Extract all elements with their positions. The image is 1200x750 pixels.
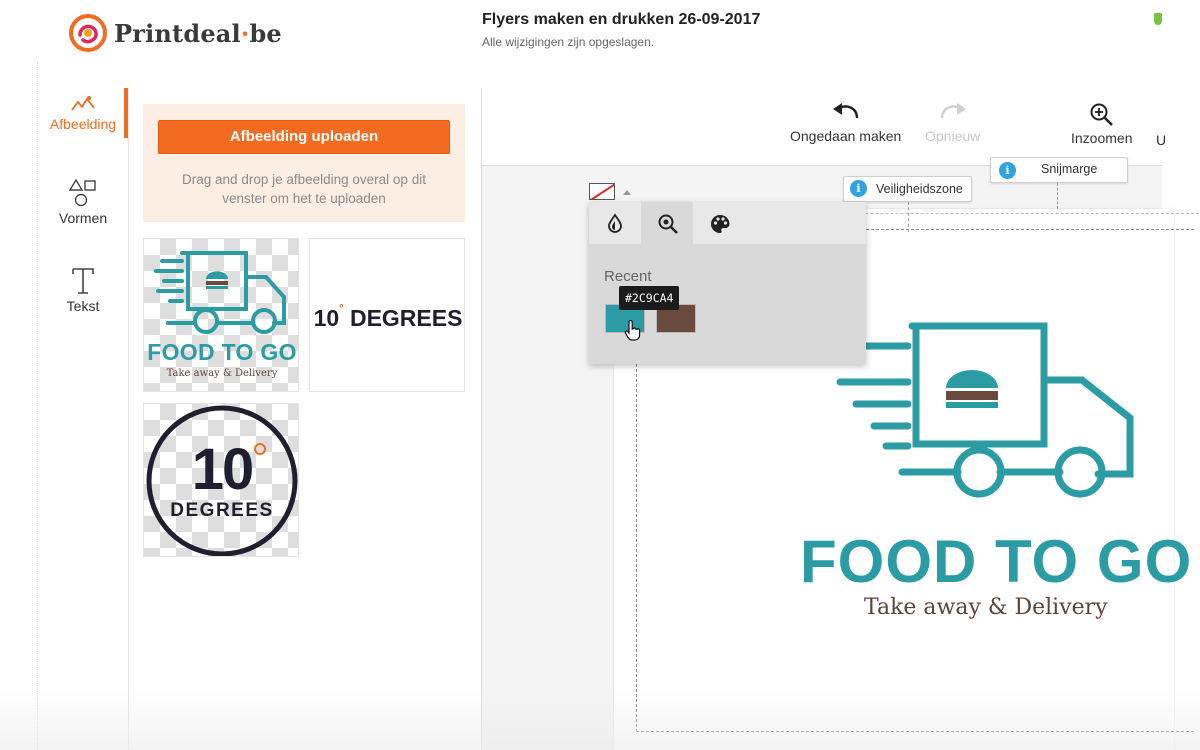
sidebar-item-label: Afbeelding xyxy=(49,116,117,132)
thumbnail-subtitle: Take away & Delivery xyxy=(166,368,278,379)
info-icon: i xyxy=(850,180,867,197)
no-fill-color-button[interactable] xyxy=(589,183,615,200)
sidebar-item-label: Tekst xyxy=(66,298,100,314)
canvas-logo-subtitle[interactable]: Take away & Delivery xyxy=(864,595,1108,620)
redo-label: Opnieuw xyxy=(925,128,981,144)
badge-number: 10 xyxy=(191,437,255,502)
sidebar-item-label: Vormen xyxy=(58,210,108,226)
image-thumbnail-degrees-badge[interactable]: 10 DEGREES xyxy=(143,403,299,557)
canvas-logo-title[interactable]: FOOD TO GO xyxy=(800,527,1192,596)
tab-palette[interactable] xyxy=(693,202,745,244)
badge-word: DEGREES xyxy=(170,500,274,521)
redo-icon xyxy=(940,103,966,119)
document-title[interactable]: Flyers maken en drukken 26-09-2017 xyxy=(482,11,760,29)
safe-zone-tag[interactable]: i Veiligheidszone xyxy=(843,176,972,202)
active-indicator xyxy=(124,88,128,138)
brand-name: Printdeal·be xyxy=(114,18,282,48)
shapes-icon xyxy=(68,178,96,207)
redo-button[interactable]: Opnieuw xyxy=(925,102,980,144)
undo-icon xyxy=(832,103,858,119)
color-hex-tooltip: #2C9CA4 xyxy=(619,286,680,310)
bleed-label: Snijmarge xyxy=(1041,162,1098,176)
tab-fill-color[interactable] xyxy=(589,202,641,244)
color-picker-tabs xyxy=(589,202,866,244)
zoom-in-icon xyxy=(1090,103,1113,126)
bleed-tag[interactable]: i Snijmarge xyxy=(990,157,1129,183)
sidebar-item-vormen[interactable]: Vormen xyxy=(37,178,129,226)
thumbnail-title: FOOD TO GO xyxy=(147,339,297,365)
upload-hint: Drag and drop je afbeelding overal op di… xyxy=(182,172,426,206)
zoom-in-button[interactable]: Inzoomen xyxy=(1071,102,1132,146)
image-thumbnail-degrees-wordmark[interactable]: 10° DEGREES xyxy=(309,238,465,392)
pointer-hand-icon xyxy=(624,320,641,341)
palette-icon xyxy=(711,215,730,233)
image-thumbnail-food-to-go[interactable]: FOOD TO GO Take away & Delivery xyxy=(143,238,299,392)
tool-sidebar: Afbeelding Vormen Tekst xyxy=(37,88,129,750)
tab-eyedropper[interactable] xyxy=(641,202,693,244)
undo-button[interactable]: Ongedaan maken xyxy=(790,102,901,144)
text-icon xyxy=(72,268,94,294)
recent-colors-label: Recent xyxy=(604,268,652,285)
safe-zone-label: Veiligheidszone xyxy=(876,182,963,196)
partial-label: U xyxy=(1156,132,1167,148)
chevron-up-icon[interactable] xyxy=(623,190,631,195)
save-status: Alle wijzigingen zijn opgeslagen. xyxy=(482,35,655,49)
degrees-wordmark: 10° DEGREES xyxy=(313,303,463,331)
sidebar-item-afbeelding[interactable]: Afbeelding xyxy=(37,94,129,132)
eyedropper-zoom-icon xyxy=(658,214,678,234)
info-icon: i xyxy=(999,162,1016,179)
printdeal-logo-icon xyxy=(69,14,107,52)
canvas-toolbar: Ongedaan maken Opnieuw Inzoomen U xyxy=(482,88,1166,166)
food-truck-artwork[interactable] xyxy=(836,318,1136,508)
guide-connector xyxy=(908,202,914,232)
droplet-icon xyxy=(608,213,622,233)
sidebar-item-tekst[interactable]: Tekst xyxy=(37,266,129,314)
partial-toolbar-item[interactable]: U xyxy=(1156,132,1166,148)
brand-logo[interactable]: Printdeal·be xyxy=(68,13,282,53)
undo-label: Ongedaan maken xyxy=(790,128,902,144)
upload-dropzone[interactable]: Afbeelding uploaden Drag and drop je afb… xyxy=(143,104,465,222)
guide-connector xyxy=(1057,183,1063,209)
zoom-in-label: Inzoomen xyxy=(1071,130,1133,146)
degree-sign: ° xyxy=(339,303,344,315)
upload-image-button[interactable]: Afbeelding uploaden xyxy=(158,120,450,154)
image-icon xyxy=(71,96,95,111)
color-picker-popup: Recent #2C9CA4 xyxy=(589,202,866,364)
status-indicator xyxy=(1154,13,1162,25)
